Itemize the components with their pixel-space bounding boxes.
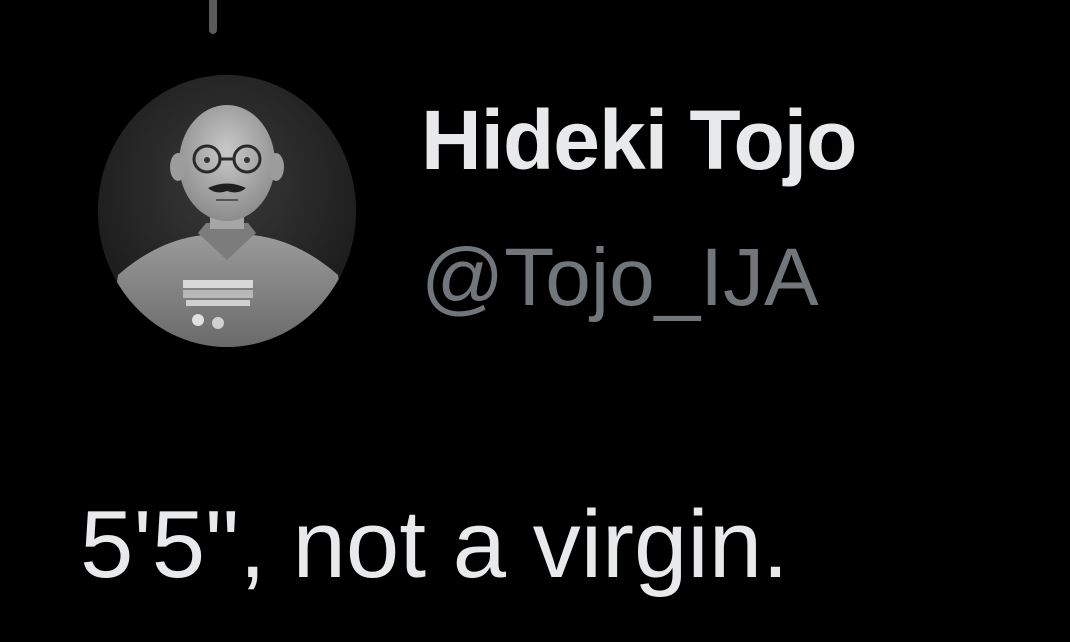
- thread-connector-line: [209, 0, 217, 34]
- author-display-name[interactable]: Hideki Tojo: [421, 98, 857, 182]
- profile-photo-icon: [98, 75, 356, 347]
- tweet-text: 5'5", not a virgin.: [80, 491, 789, 598]
- author-handle[interactable]: @Tojo_IJA: [421, 237, 819, 319]
- avatar[interactable]: [98, 75, 356, 347]
